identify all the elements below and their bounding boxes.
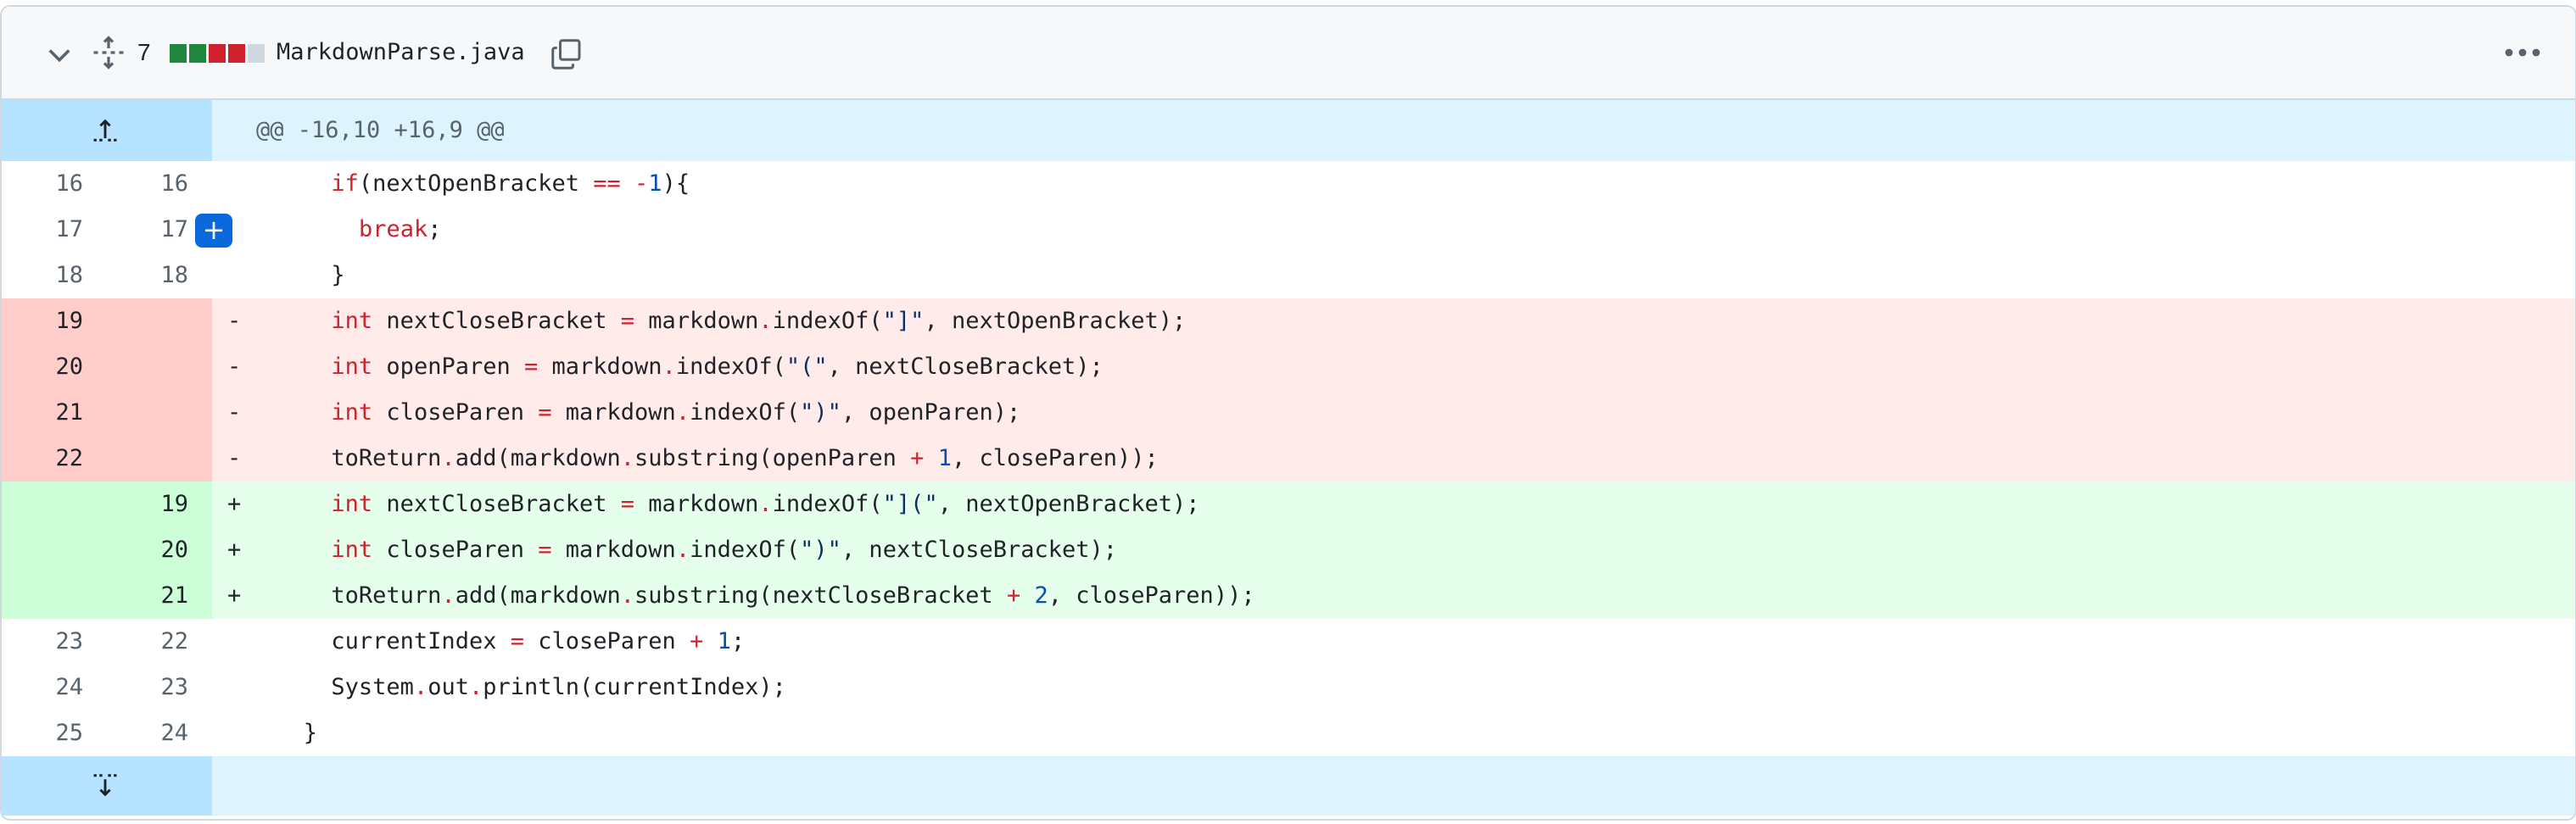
expand-down-row [2,756,2575,816]
new-line-number[interactable] [107,436,212,482]
diffstat-del-block [228,44,245,63]
new-line-number[interactable]: 21 [107,573,212,619]
deleted-line: 19 - int nextCloseBracket = markdown.index… [2,298,2575,344]
old-line-number[interactable]: 21 [2,390,107,436]
old-line-number[interactable]: 19 [2,298,107,344]
diffstat-neutral-block [248,44,265,63]
added-line: 20 + int closeParen = markdown.indexOf(")"… [2,527,2575,573]
context-line: 23 22 currentIndex = closeParen + 1; [2,619,2575,665]
diffstat-del-block [209,44,226,63]
expand-up-button[interactable] [2,100,212,161]
unfold-icon[interactable] [92,36,126,70]
new-line-number[interactable] [107,390,212,436]
new-line-number[interactable]: 19 [107,482,212,527]
old-line-number[interactable]: 23 [2,619,107,665]
context-line: 25 24} [2,710,2575,756]
new-line-number[interactable]: 22 [107,619,212,665]
file-header: 7 MarkdownParse.java [2,7,2575,100]
code-text: int closeParen = markdown.indexOf(")", n… [331,537,1118,563]
unfold-down-icon [93,774,117,797]
code-text: int closeParen = markdown.indexOf(")", o… [331,399,1021,426]
diff-sign: + [227,582,242,609]
deleted-line: 22 - toReturn.add(markdown.substring(openP… [2,436,2575,482]
old-line-number[interactable]: 24 [2,665,107,710]
new-line-number[interactable]: 20 [107,527,212,573]
code-text: } [303,720,318,746]
expand-down-button[interactable] [2,756,212,816]
context-line: 18 18} [2,253,2575,298]
old-line-number[interactable]: 18 [2,253,107,298]
new-line-number[interactable]: 18 [107,253,212,298]
code-text: toReturn.add(markdown.substring(openPare… [331,445,1159,471]
diffstat-add-block [170,44,187,63]
code-text: } [331,262,345,288]
diffstat [170,44,265,63]
chevron-down-icon[interactable] [44,39,75,70]
old-line-number[interactable] [2,573,107,619]
diff-sign: - [227,308,242,334]
diff-sign: + [227,537,242,563]
code-text: System.out.println(currentIndex); [331,674,786,700]
new-line-number[interactable]: 16 [107,161,212,207]
new-line-number[interactable]: 23 [107,665,212,710]
context-line: 17 17 break; + [2,207,2575,253]
code-text: currentIndex = closeParen + 1; [331,628,746,654]
code-text: break; [359,216,442,242]
new-line-number[interactable] [107,298,212,344]
added-line: 19 + int nextCloseBracket = markdown.index… [2,482,2575,527]
added-line: 21 + toReturn.add(markdown.substring(nextC… [2,573,2575,619]
file-name[interactable]: MarkdownParse.java [277,39,525,65]
copy-icon[interactable] [550,36,584,73]
old-line-number[interactable]: 25 [2,710,107,756]
context-line: 16 16 if(nextOpenBracket == -1){ [2,161,2575,207]
old-line-number[interactable] [2,527,107,573]
hunk-header: @@ -16,10 +16,9 @@ [256,117,505,143]
old-line-number[interactable] [2,482,107,527]
diffstat-add-block [189,44,206,63]
kebab-horizontal-icon[interactable] [2504,44,2541,61]
new-line-number[interactable]: 24 [107,710,212,756]
diff-body: @@ -16,10 +16,9 @@ 16 16 if(nextOpenBracke… [2,100,2575,816]
diff-sign: - [227,399,242,426]
diff-sign: + [227,491,242,517]
code-text: int nextCloseBracket = markdown.indexOf(… [331,308,1187,334]
old-line-number[interactable]: 22 [2,436,107,482]
diff-sign: - [227,354,242,380]
unfold-up-icon [93,119,117,142]
old-line-number[interactable]: 17 [2,207,107,253]
diff-file: 7 MarkdownParse.java @@ -16,10 +16,9 @@ … [0,5,2576,821]
code-text: if(nextOpenBracket == -1){ [331,170,690,197]
diff-sign: - [227,445,242,471]
old-line-number[interactable]: 16 [2,161,107,207]
old-line-number[interactable]: 20 [2,344,107,390]
code-text: int openParen = markdown.indexOf("(", ne… [331,354,1104,380]
code-text: toReturn.add(markdown.substring(nextClos… [331,582,1255,609]
deleted-line: 20 - int openParen = markdown.indexOf("(",… [2,344,2575,390]
new-line-number[interactable] [107,344,212,390]
deleted-line: 21 - int closeParen = markdown.indexOf(")"… [2,390,2575,436]
add-comment-button[interactable]: + [195,214,232,248]
context-line: 24 23 System.out.println(currentIndex); [2,665,2575,710]
changes-count: 7 [137,39,151,65]
code-text: int nextCloseBracket = markdown.indexOf(… [331,491,1200,517]
hunk-header-row: @@ -16,10 +16,9 @@ [2,100,2575,161]
